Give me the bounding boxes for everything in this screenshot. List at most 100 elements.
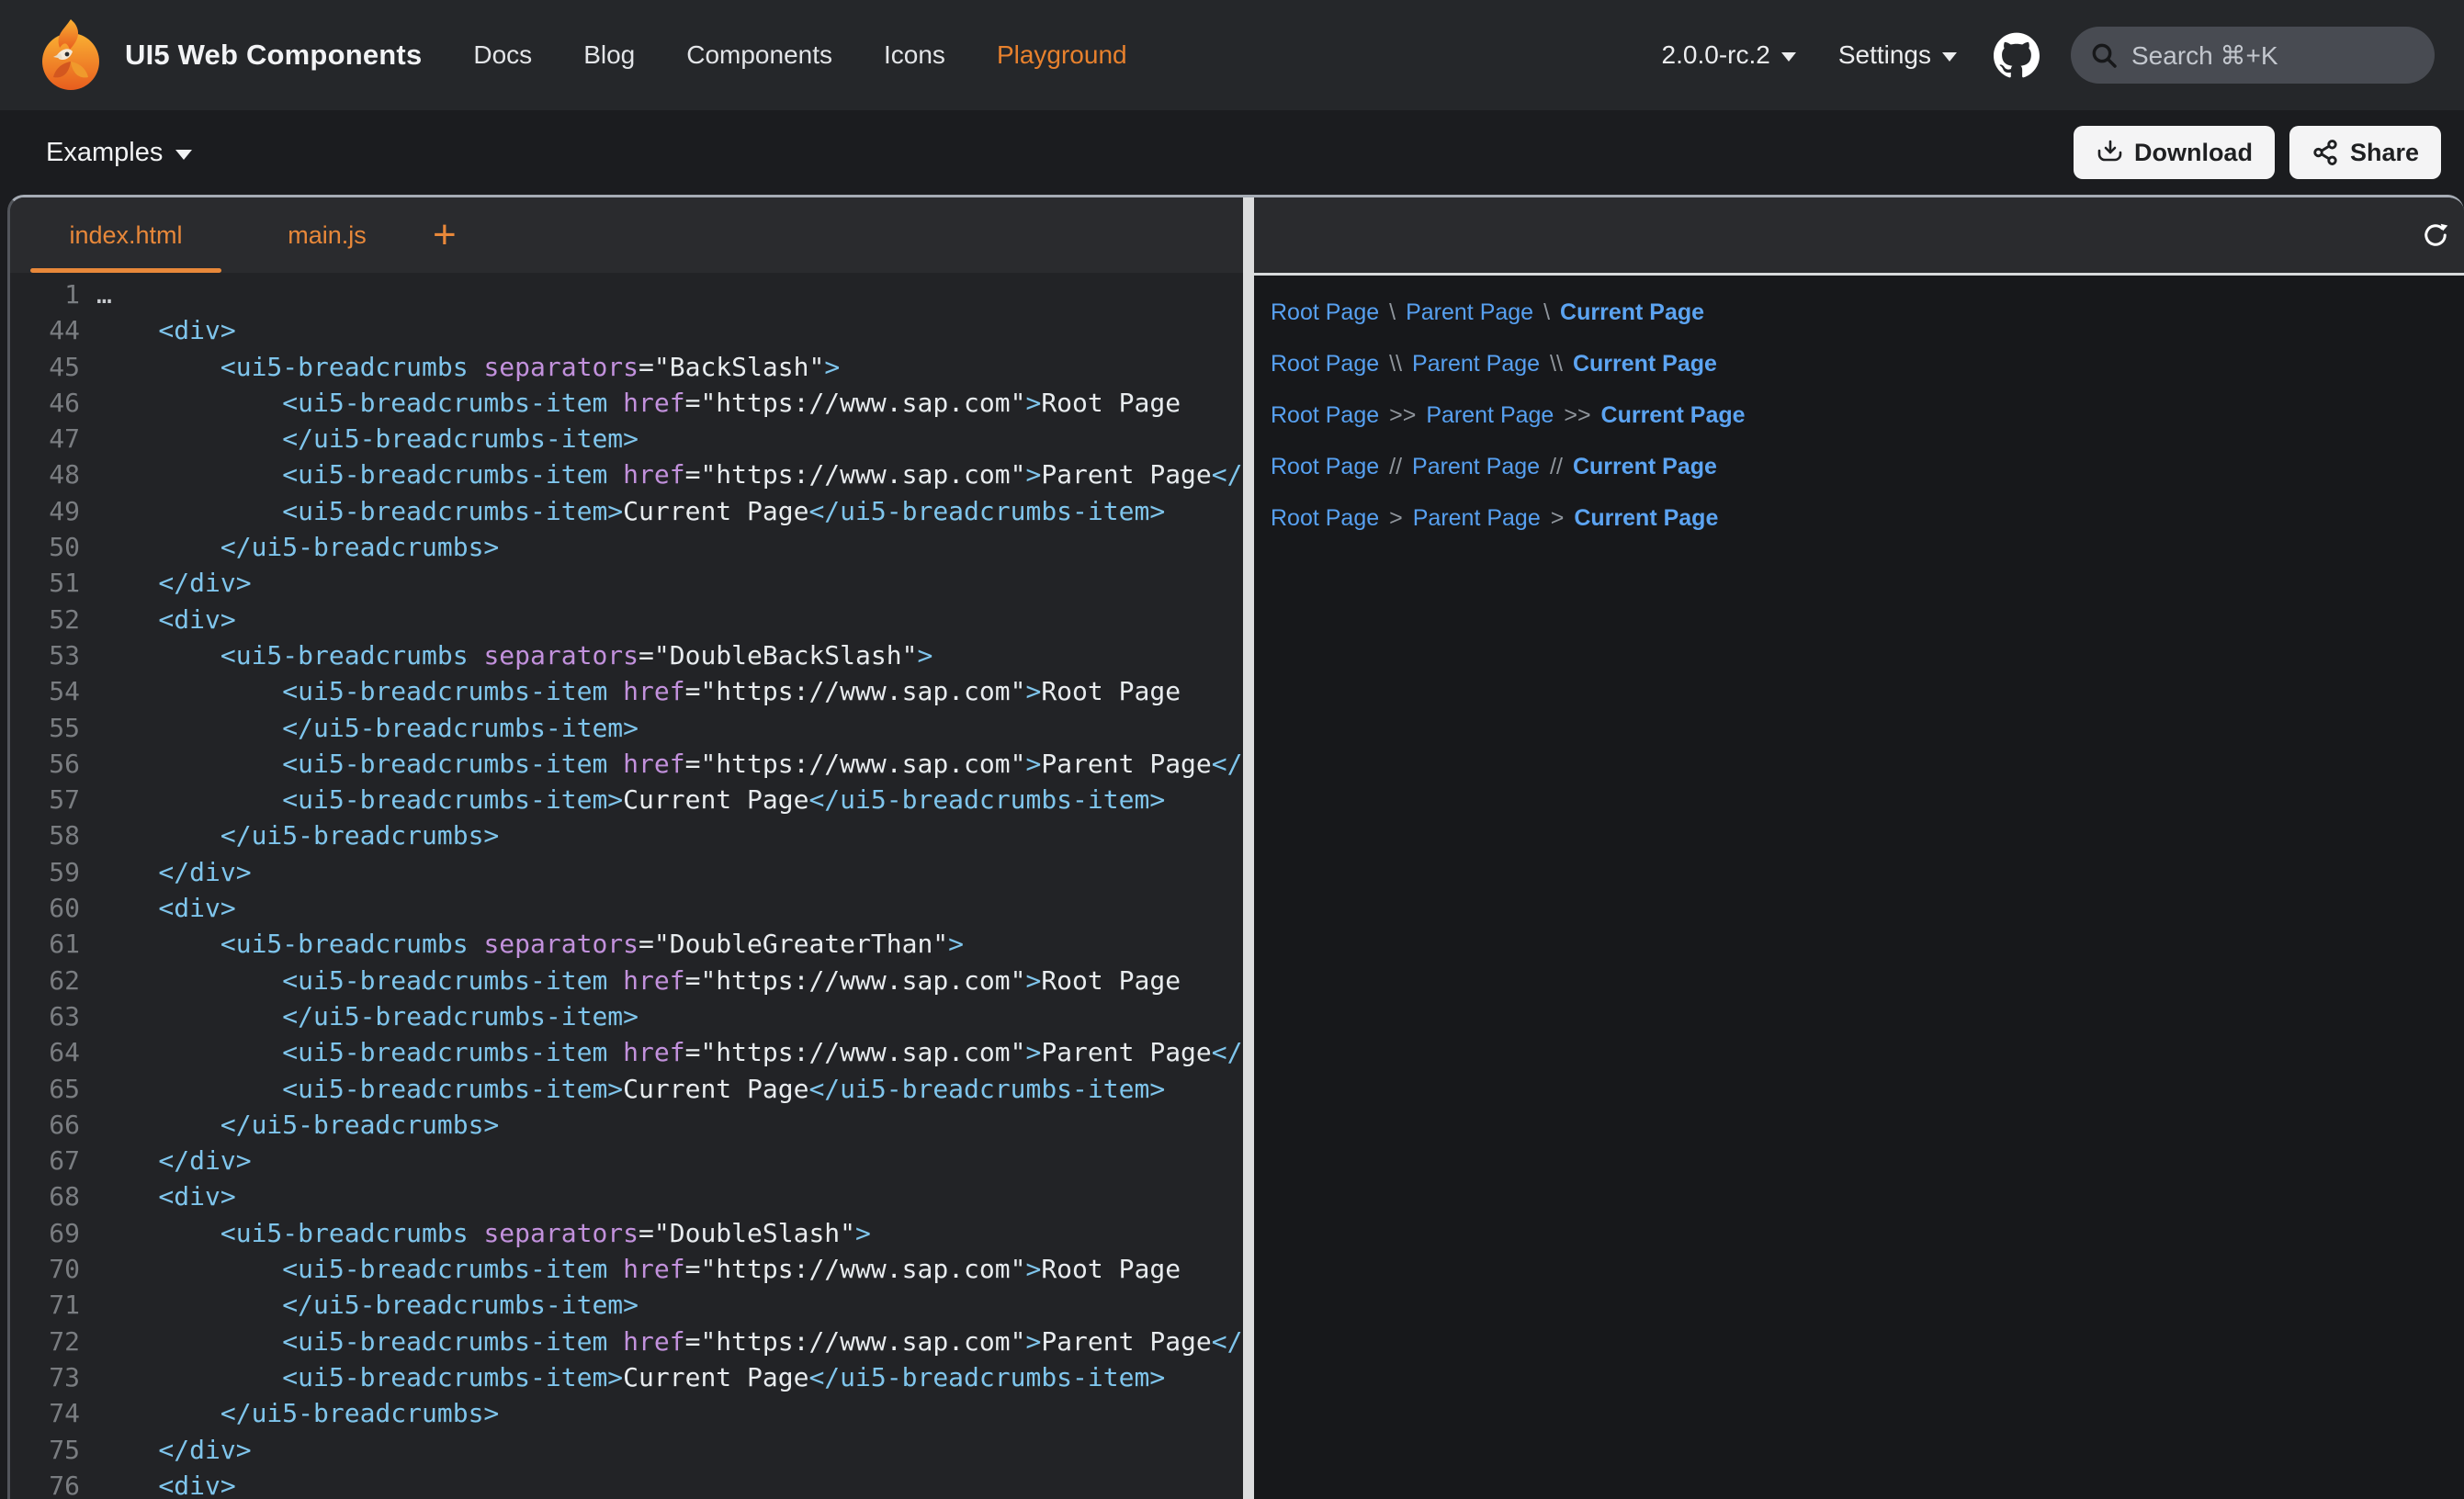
code-editor[interactable]: 1…44 <div>45 <ui5-breadcrumbs separators… [10,273,1243,1499]
add-tab-button[interactable]: + [425,215,464,255]
github-link[interactable] [1994,32,2040,78]
code-line: 52 <div> [10,602,1243,637]
breadcrumb-link[interactable]: Parent Page [1406,299,1533,326]
pane-resizer-handle[interactable] [1243,197,1254,1499]
breadcrumb-link[interactable]: Parent Page [1413,505,1541,532]
line-number: 66 [10,1107,96,1143]
line-number: 45 [10,349,96,385]
code-text[interactable]: <div> [96,312,1243,348]
settings-dropdown[interactable]: Settings [1838,40,1957,70]
breadcrumb-link[interactable]: Root Page [1271,299,1379,326]
code-text[interactable]: <div> [96,890,1243,926]
code-text[interactable]: </ui5-breadcrumbs-item> [96,710,1243,746]
code-text[interactable]: <ui5-breadcrumbs-item>Current Page</ui5-… [96,1359,1243,1395]
code-text[interactable]: <ui5-breadcrumbs-item>Current Page</ui5-… [96,1071,1243,1107]
code-text[interactable]: </ui5-breadcrumbs-item> [96,1287,1243,1323]
download-button[interactable]: Download [2074,126,2275,179]
tab-main-js[interactable]: main.js [258,197,396,273]
code-line: 55 </ui5-breadcrumbs-item> [10,710,1243,746]
nav-item-blog[interactable]: Blog [583,40,635,70]
line-number: 71 [10,1287,96,1323]
nav-item-playground[interactable]: Playground [997,40,1127,70]
code-line: 70 <ui5-breadcrumbs-item href="https://w… [10,1251,1243,1287]
code-text[interactable]: <ui5-breadcrumbs separators="DoubleSlash… [96,1215,1243,1251]
code-line: 71 </ui5-breadcrumbs-item> [10,1287,1243,1323]
code-text[interactable]: </ui5-breadcrumbs-item> [96,998,1243,1034]
breadcrumb-link[interactable]: Parent Page [1426,402,1554,429]
line-number: 51 [10,565,96,601]
code-text[interactable]: <div> [96,1178,1243,1214]
download-icon [2096,139,2123,166]
code-text[interactable]: <ui5-breadcrumbs separators="DoubleGreat… [96,926,1243,962]
code-text[interactable]: <ui5-breadcrumbs-item>Current Page</ui5-… [96,493,1243,529]
code-text[interactable]: <ui5-breadcrumbs-item href="https://www.… [96,963,1243,998]
breadcrumb-link[interactable]: Parent Page [1412,454,1540,480]
line-number: 62 [10,963,96,998]
breadcrumb-link[interactable]: Root Page [1271,505,1379,532]
code-line: 51 </div> [10,565,1243,601]
code-text[interactable]: <ui5-breadcrumbs-item href="https://www.… [96,1324,1243,1359]
line-number: 58 [10,817,96,853]
code-text[interactable]: </div> [96,565,1243,601]
code-text[interactable]: </ui5-breadcrumbs> [96,817,1243,853]
examples-dropdown[interactable]: Examples [46,138,192,168]
code-text[interactable]: <div> [96,602,1243,637]
download-label: Download [2134,139,2253,167]
line-number: 74 [10,1395,96,1431]
breadcrumb-link[interactable]: Parent Page [1412,351,1540,378]
code-text[interactable]: </ui5-breadcrumbs> [96,1395,1243,1431]
share-button[interactable]: Share [2289,126,2441,179]
tabs: index.htmlmain.js [10,197,396,273]
code-line: 46 <ui5-breadcrumbs-item href="https://w… [10,385,1243,421]
line-number: 47 [10,421,96,456]
ui5-phoenix-logo-icon [33,17,108,93]
breadcrumb-link[interactable]: Root Page [1271,351,1379,378]
share-label: Share [2350,139,2419,167]
breadcrumb-link[interactable]: Root Page [1271,454,1379,480]
line-number: 73 [10,1359,96,1395]
code-text[interactable]: </ui5-breadcrumbs-item> [96,421,1243,456]
line-number: 52 [10,602,96,637]
code-text[interactable]: <ui5-breadcrumbs-item href="https://www.… [96,1251,1243,1287]
nav-item-components[interactable]: Components [686,40,832,70]
line-number: 70 [10,1251,96,1287]
code-line: 60 <div> [10,890,1243,926]
code-text[interactable]: </div> [96,1143,1243,1178]
code-text[interactable]: <ui5-breadcrumbs-item href="https://www.… [96,1034,1243,1070]
brand: UI5 Web Components [33,17,422,93]
code-line: 49 <ui5-breadcrumbs-item>Current Page</u… [10,493,1243,529]
tab-index-html[interactable]: index.html [10,197,242,273]
code-text[interactable]: <ui5-breadcrumbs-item href="https://www.… [96,456,1243,492]
line-number: 50 [10,529,96,565]
code-line: 57 <ui5-breadcrumbs-item>Current Page</u… [10,782,1243,817]
version-dropdown[interactable]: 2.0.0-rc.2 [1662,40,1796,70]
code-text[interactable]: <ui5-breadcrumbs-item href="https://www.… [96,746,1243,782]
nav-item-docs[interactable]: Docs [473,40,532,70]
refresh-button[interactable] [2418,218,2453,253]
breadcrumb-separator: // [1550,454,1563,480]
code-text[interactable]: <ui5-breadcrumbs separators="BackSlash"> [96,349,1243,385]
code-text[interactable]: <div> [96,1468,1243,1499]
code-text[interactable]: </ui5-breadcrumbs> [96,1107,1243,1143]
code-text[interactable]: </ui5-breadcrumbs> [96,529,1243,565]
search-input[interactable]: Search ⌘+K [2071,27,2435,84]
search-icon [2089,40,2119,70]
code-text[interactable]: <ui5-breadcrumbs separators="DoubleBackS… [96,637,1243,673]
breadcrumb-separator: // [1389,454,1402,480]
code-line: 64 <ui5-breadcrumbs-item href="https://w… [10,1034,1243,1070]
search-placeholder: Search ⌘+K [2131,40,2278,71]
breadcrumb-separator: \\ [1550,351,1563,378]
nav-item-icons[interactable]: Icons [884,40,945,70]
code-text[interactable]: <ui5-breadcrumbs-item href="https://www.… [96,385,1243,421]
code-text[interactable]: </div> [96,1432,1243,1468]
code-text[interactable]: … [96,276,1243,312]
breadcrumb-link[interactable]: Root Page [1271,402,1379,429]
code-text[interactable]: <ui5-breadcrumbs-item href="https://www.… [96,673,1243,709]
code-text[interactable]: <ui5-breadcrumbs-item>Current Page</ui5-… [96,782,1243,817]
examples-toolbar: Examples Download Share [0,110,2464,195]
code-line: 48 <ui5-breadcrumbs-item href="https://w… [10,456,1243,492]
code-text[interactable]: </div> [96,854,1243,890]
breadcrumb-current: Current Page [1573,454,1717,480]
line-number: 69 [10,1215,96,1251]
code-line: 72 <ui5-breadcrumbs-item href="https://w… [10,1324,1243,1359]
